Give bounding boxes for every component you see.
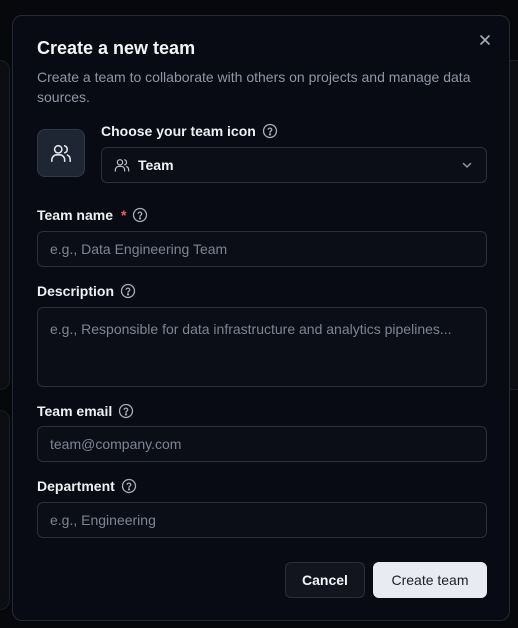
team-email-label: Team email: [37, 403, 113, 419]
create-team-button[interactable]: Create team: [373, 562, 487, 598]
description-textarea[interactable]: [37, 307, 487, 387]
help-icon[interactable]: [262, 123, 278, 139]
required-indicator: *: [121, 207, 127, 223]
department-label: Department: [37, 478, 115, 494]
close-icon: [480, 35, 490, 45]
team-icon-label: Choose your team icon: [101, 123, 256, 139]
help-icon[interactable]: [120, 283, 136, 299]
cancel-button[interactable]: Cancel: [285, 562, 365, 598]
description-label-row: Description: [37, 283, 136, 299]
close-button[interactable]: [477, 32, 493, 48]
help-icon[interactable]: [121, 478, 137, 494]
team-email-label-row: Team email: [37, 403, 134, 419]
background-card: [0, 60, 10, 390]
create-team-dialog: Create a new team Create a team to colla…: [12, 15, 510, 621]
team-name-input[interactable]: [37, 231, 487, 267]
help-icon[interactable]: [132, 207, 148, 223]
users-icon: [114, 159, 130, 172]
help-icon[interactable]: [118, 403, 134, 419]
users-icon: [51, 144, 71, 163]
team-name-label-row: Team name *: [37, 207, 148, 223]
team-icon-select[interactable]: Team: [101, 147, 487, 183]
background-card: [0, 410, 10, 610]
department-label-row: Department: [37, 478, 137, 494]
dialog-title: Create a new team: [37, 38, 196, 58]
team-icon-label-row: Choose your team icon: [101, 123, 278, 139]
description-label: Description: [37, 283, 115, 299]
chevron-down-icon: [460, 158, 474, 172]
dialog-subtitle: Create a team to collaborate with others…: [37, 69, 471, 105]
team-email-input[interactable]: [37, 426, 487, 462]
team-icon-preview: [37, 129, 85, 177]
team-name-label: Team name: [37, 207, 113, 223]
department-input[interactable]: [37, 502, 487, 538]
team-icon-select-value: Team: [138, 157, 174, 173]
